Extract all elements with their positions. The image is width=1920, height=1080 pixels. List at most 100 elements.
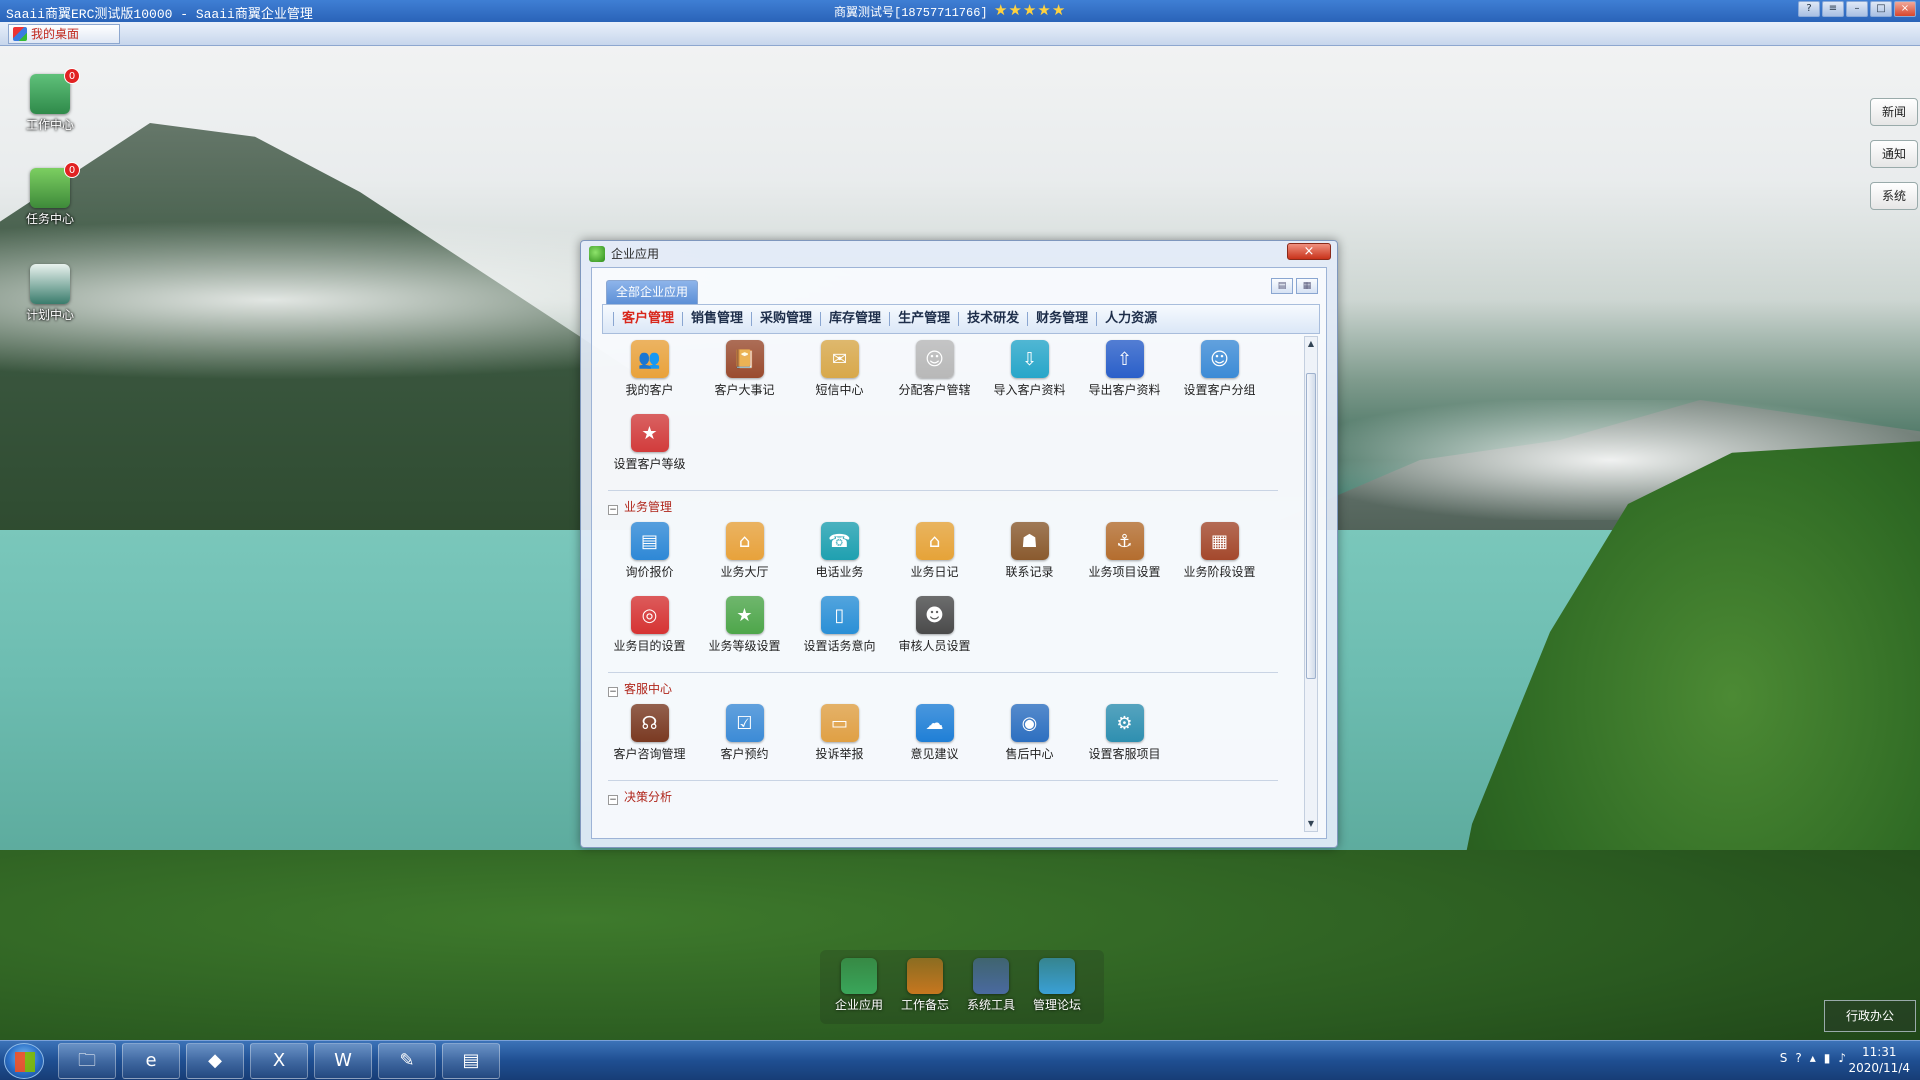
network-icon[interactable]: ▮ xyxy=(1824,1051,1831,1065)
stage-icon: ▦ xyxy=(1200,522,1239,560)
app-item[interactable]: ▦ 业务阶段设置 xyxy=(1172,518,1267,592)
collapse-icon[interactable]: − xyxy=(608,505,618,515)
maximize-button[interactable]: □ xyxy=(1870,1,1892,17)
star-icon: ★ xyxy=(1022,1,1038,19)
app-item[interactable]: ☁ 意见建议 xyxy=(887,700,982,774)
system-tray: S ? ▴ ▮ ♪ xyxy=(1780,1051,1846,1065)
view-toggle: ▤ ▦ xyxy=(1271,278,1318,294)
section-title: 决策分析 xyxy=(624,790,673,804)
category-tab[interactable]: 人力资源 xyxy=(1096,312,1165,326)
start-button[interactable] xyxy=(4,1043,44,1079)
tab-all-apps[interactable]: 全部企业应用 xyxy=(606,280,698,304)
app-item[interactable]: 📔 客户大事记 xyxy=(697,336,792,410)
app-label: 分配客户管辖 xyxy=(898,383,971,397)
paint-icon[interactable]: ✎ xyxy=(378,1043,436,1079)
desktop-icon-task-center[interactable]: 0 任务中心 xyxy=(10,162,90,227)
category-tab[interactable]: 库存管理 xyxy=(820,312,889,326)
mobile-icon: ▯ xyxy=(820,596,859,634)
app-item[interactable]: 👥 我的客户 xyxy=(602,336,697,410)
app-item[interactable]: ✉ 短信中心 xyxy=(792,336,887,410)
app-item[interactable]: ☊ 客户咨询管理 xyxy=(602,700,697,774)
ie-icon[interactable]: e xyxy=(122,1043,180,1079)
app-item[interactable]: ⌂ 业务日记 xyxy=(887,518,982,592)
app-item[interactable]: ▭ 投诉举报 xyxy=(792,700,887,774)
dock-item[interactable]: 工作备忘 xyxy=(892,958,958,1013)
app-item[interactable]: ★ 业务等级设置 xyxy=(697,592,792,666)
app-item[interactable]: ☑ 客户预约 xyxy=(697,700,792,774)
close-button[interactable]: × xyxy=(1894,1,1916,17)
category-tab[interactable]: 生产管理 xyxy=(889,312,958,326)
app-item[interactable]: ◎ 业务目的设置 xyxy=(602,592,697,666)
collapse-icon[interactable]: − xyxy=(608,687,618,697)
app-item[interactable]: ⌂ 业务大厅 xyxy=(697,518,792,592)
app-item[interactable]: ▯ 设置话务意向 xyxy=(792,592,887,666)
collapse-icon[interactable]: − xyxy=(608,795,618,805)
app-item[interactable]: ◉ 售后中心 xyxy=(982,700,1077,774)
dock-item[interactable]: 系统工具 xyxy=(958,958,1024,1013)
menu-button[interactable]: ≡ xyxy=(1822,1,1844,17)
category-tab[interactable]: 技术研发 xyxy=(958,312,1027,326)
section-title: 客服中心 xyxy=(624,682,673,696)
desktop-icon-label: 工作中心 xyxy=(25,118,74,132)
app-item[interactable]: ▤ 询价报价 xyxy=(602,518,697,592)
user-account-label: 商翼测试号[18757711766] xyxy=(834,6,988,20)
scroll-down-icon[interactable]: ▼ xyxy=(1305,817,1317,831)
app-label: 联系记录 xyxy=(1005,565,1054,579)
app-list: 👥 我的客户 📔 客户大事记 ✉ 短信中心 ☺ 分配客户管辖 ⇩ 导入客户资料 ⇧ 导出客户资料 ☺ 设置… xyxy=(602,336,1302,832)
desktop-icon-plan-center[interactable]: 计划中心 xyxy=(10,264,90,323)
scroll-up-icon[interactable]: ▲ xyxy=(1305,337,1317,351)
app-label: 客户预约 xyxy=(720,747,769,761)
dock-item[interactable]: 管理论坛 xyxy=(1024,958,1090,1013)
notice-button[interactable]: 通知 xyxy=(1870,140,1918,168)
notepad-icon[interactable]: ▤ xyxy=(442,1043,500,1079)
app-item[interactable]: ⇧ 导出客户资料 xyxy=(1077,336,1172,410)
category-tab[interactable]: 客户管理 xyxy=(613,312,682,326)
window-close-button[interactable]: × xyxy=(1287,243,1331,260)
app-item[interactable]: ☺ 分配客户管辖 xyxy=(887,336,982,410)
section-header[interactable]: − 客服中心 xyxy=(608,680,672,697)
help-icon[interactable]: ? xyxy=(1795,1051,1801,1065)
app-item[interactable]: ⇩ 导入客户资料 xyxy=(982,336,1077,410)
section-header[interactable]: − 业务管理 xyxy=(608,498,672,515)
app-item[interactable]: ★ 设置客户等级 xyxy=(602,410,697,484)
word-icon[interactable]: W xyxy=(314,1043,372,1079)
tab-label: 我的桌面 xyxy=(31,27,80,41)
news-button[interactable]: 新闻 xyxy=(1870,98,1918,126)
list-view-button[interactable]: ▤ xyxy=(1271,278,1293,294)
desktop-icon-work-center[interactable]: 0 工作中心 xyxy=(10,68,90,133)
scrollbar-thumb[interactable] xyxy=(1306,373,1316,679)
category-tab[interactable]: 财务管理 xyxy=(1027,312,1096,326)
tab-my-desktop[interactable]: 我的桌面 xyxy=(8,24,120,44)
help-button[interactable]: ? xyxy=(1798,1,1820,17)
app-item[interactable]: ☎ 电话业务 xyxy=(792,518,887,592)
app-item[interactable]: ☺ 设置客户分组 xyxy=(1172,336,1267,410)
folder-icon[interactable]: 🗀 xyxy=(58,1043,116,1079)
app-label: 业务大厅 xyxy=(720,565,769,579)
minimize-button[interactable]: – xyxy=(1846,1,1868,17)
app-item[interactable]: ⚓ 业务项目设置 xyxy=(1077,518,1172,592)
volume-icon[interactable]: ♪ xyxy=(1838,1051,1846,1065)
app-grid: 👥 我的客户 📔 客户大事记 ✉ 短信中心 ☺ 分配客户管辖 ⇩ 导入客户资料 ⇧ 导出客户资料 ☺ 设置… xyxy=(602,336,1302,484)
vertical-scrollbar[interactable]: ▲ ▼ xyxy=(1304,336,1318,832)
excel-icon[interactable]: X xyxy=(250,1043,308,1079)
system-button[interactable]: 系统 xyxy=(1870,182,1918,210)
saaii-logo-icon xyxy=(13,27,27,41)
saaii-icon[interactable]: ◆ xyxy=(186,1043,244,1079)
tray-icon[interactable]: S xyxy=(1780,1051,1788,1065)
tab-bar: 我的桌面 xyxy=(0,22,1920,46)
export-icon: ⇧ xyxy=(1105,340,1144,378)
chevron-up-icon[interactable]: ▴ xyxy=(1810,1051,1816,1065)
office-admin-button[interactable]: 行政办公 xyxy=(1824,1000,1916,1032)
app-item[interactable]: ☻ 审核人员设置 xyxy=(887,592,982,666)
section-header[interactable]: − 决策分析 xyxy=(608,788,672,805)
home-icon: ⌂ xyxy=(725,522,764,560)
headset-icon: ☊ xyxy=(630,704,669,742)
grid-view-button[interactable]: ▦ xyxy=(1296,278,1318,294)
app-item[interactable]: ☗ 联系记录 xyxy=(982,518,1077,592)
category-tab[interactable]: 销售管理 xyxy=(682,312,751,326)
dock-item[interactable]: 企业应用 xyxy=(826,958,892,1013)
taskbar-clock[interactable]: 11:31 2020/11/4 xyxy=(1848,1044,1910,1076)
app-item[interactable]: ⚙ 设置客服项目 xyxy=(1077,700,1172,774)
category-tab[interactable]: 采购管理 xyxy=(751,312,820,326)
globe-icon: ◉ xyxy=(1010,704,1049,742)
